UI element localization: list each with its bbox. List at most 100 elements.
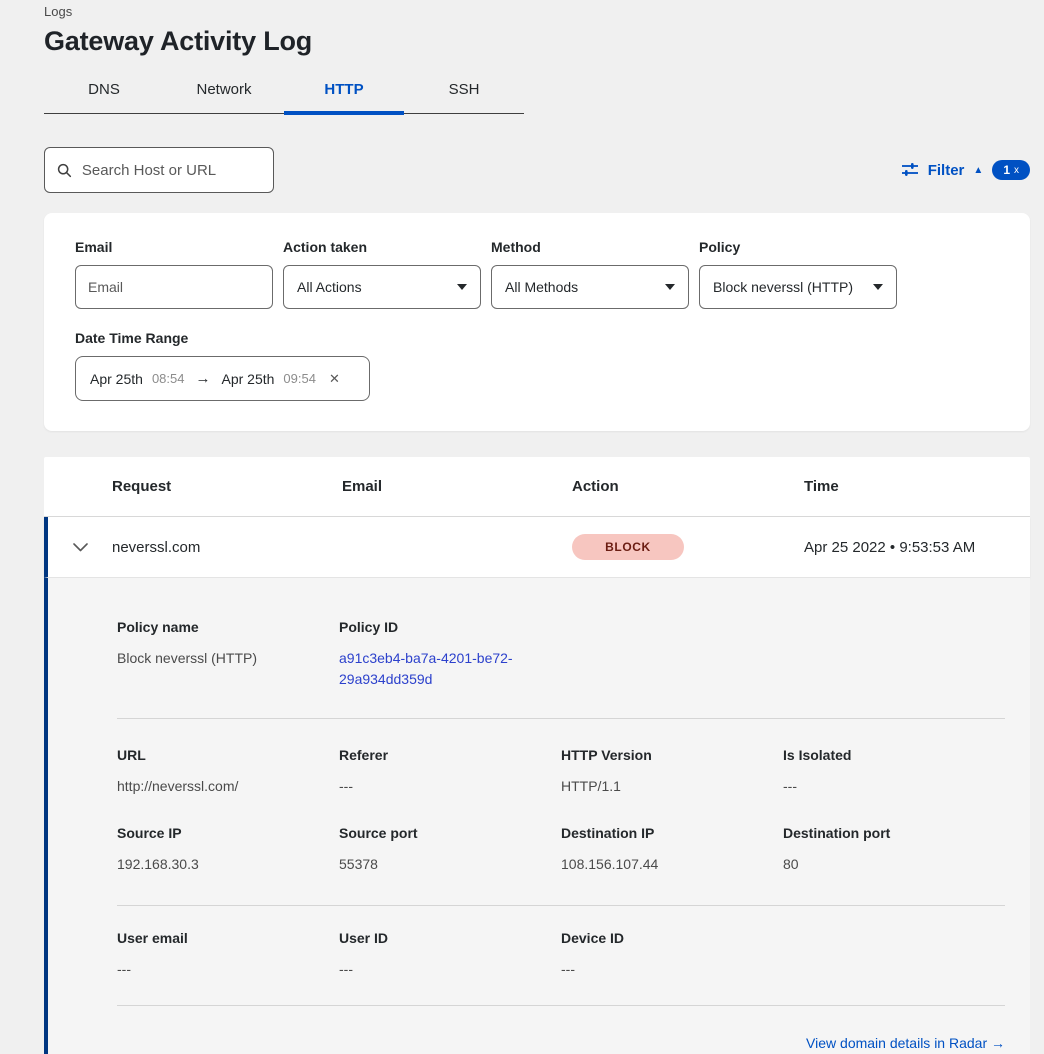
device-id-value: --- — [561, 959, 783, 980]
user-id-value: --- — [339, 959, 561, 980]
column-header-time: Time — [804, 478, 1030, 495]
referer-field: Referer --- — [339, 747, 561, 797]
method-label: Method — [491, 239, 689, 255]
is-isolated-label: Is Isolated — [783, 747, 1005, 763]
action-taken-value: All Actions — [297, 279, 362, 295]
spacer — [117, 719, 1005, 747]
email-filter-label: Email — [75, 239, 273, 255]
column-header-email: Email — [342, 478, 572, 495]
http-version-value: HTTP/1.1 — [561, 776, 783, 797]
end-date: Apr 25th — [221, 371, 274, 387]
destination-port-label: Destination port — [783, 825, 1005, 841]
filter-sliders-icon — [901, 162, 919, 178]
method-select[interactable]: All Methods — [491, 265, 689, 309]
row-request: neverssl.com — [112, 539, 342, 556]
filter-toggle-button[interactable]: Filter — [928, 162, 965, 179]
method-value: All Methods — [505, 279, 578, 295]
method-filter-group: Method All Methods — [491, 239, 689, 309]
spacer — [117, 690, 1005, 718]
row-detail-panel: Policy name Block neverssl (HTTP) Policy… — [44, 578, 1030, 1054]
filter-panel: Email Action taken All Actions Method Al… — [44, 213, 1030, 431]
radar-link-row: View domain details in Radar → — [117, 1006, 1005, 1053]
collapse-caret-icon[interactable]: ▲ — [973, 165, 983, 176]
device-id-field: Device ID --- — [561, 930, 783, 980]
row-time: Apr 25 2022 • 9:53:53 AM — [804, 539, 1030, 556]
http-version-field: HTTP Version HTTP/1.1 — [561, 747, 783, 797]
source-port-label: Source port — [339, 825, 561, 841]
policy-id-link[interactable]: a91c3eb4-ba7a-4201-be72-29a934dd359d — [339, 648, 539, 690]
start-date: Apr 25th — [90, 371, 143, 387]
source-ip-field: Source IP 192.168.30.3 — [117, 825, 339, 875]
tab-http[interactable]: HTTP — [284, 81, 404, 113]
policy-name-value: Block neverssl (HTTP) — [117, 648, 339, 669]
column-header-request: Request — [112, 478, 342, 495]
destination-port-value: 80 — [783, 854, 1005, 875]
source-ip-value: 192.168.30.3 — [117, 854, 339, 875]
block-status-badge: BLOCK — [572, 534, 684, 560]
chevron-down-icon — [665, 284, 675, 290]
user-details-section: User email --- User ID --- Device ID --- — [117, 930, 1005, 980]
http-version-label: HTTP Version — [561, 747, 783, 763]
user-email-label: User email — [117, 930, 339, 946]
policy-id-field: Policy ID a91c3eb4-ba7a-4201-be72-29a934… — [339, 619, 561, 690]
device-id-label: Device ID — [561, 930, 783, 946]
arrow-right-icon: → — [193, 370, 212, 387]
table-row[interactable]: neverssl.com BLOCK Apr 25 2022 • 9:53:53… — [44, 517, 1030, 578]
search-input[interactable] — [82, 162, 261, 179]
source-port-field: Source port 55378 — [339, 825, 561, 875]
url-label: URL — [117, 747, 339, 763]
action-taken-select[interactable]: All Actions — [283, 265, 481, 309]
http-details-section: URL http://neverssl.com/ Referer --- HTT… — [117, 747, 1005, 797]
date-range-label: Date Time Range — [75, 330, 1000, 346]
row-expander[interactable] — [48, 543, 112, 552]
activity-log-table: Request Email Action Time neverssl.com B… — [44, 457, 1030, 1054]
filter-count: 1 — [1003, 163, 1010, 177]
end-time: 09:54 — [283, 371, 316, 386]
destination-ip-field: Destination IP 108.156.107.44 — [561, 825, 783, 875]
network-details-section: Source IP 192.168.30.3 Source port 55378… — [117, 825, 1005, 875]
policy-section: Policy name Block neverssl (HTTP) Policy… — [117, 619, 1005, 690]
source-ip-label: Source IP — [117, 825, 339, 841]
search-filter-row: Filter ▲ 1 x — [44, 147, 1030, 193]
tab-network[interactable]: Network — [164, 81, 284, 113]
filter-controls: Filter ▲ 1 x — [901, 160, 1030, 180]
table-header: Request Email Action Time — [44, 457, 1030, 517]
clear-filters-icon[interactable]: x — [1014, 165, 1019, 176]
start-time: 08:54 — [152, 371, 185, 386]
clear-date-range-icon[interactable]: ✕ — [329, 371, 340, 387]
row-action-cell: BLOCK — [572, 534, 804, 560]
filter-fields-row: Email Action taken All Actions Method Al… — [75, 239, 1000, 309]
date-range-group: Date Time Range Apr 25th 08:54 → Apr 25t… — [75, 330, 1000, 401]
url-value: http://neverssl.com/ — [117, 776, 339, 797]
policy-value: Block neverssl (HTTP) — [713, 279, 853, 295]
referer-label: Referer — [339, 747, 561, 763]
chevron-down-icon — [73, 543, 88, 552]
email-filter-input[interactable] — [75, 265, 273, 309]
policy-select[interactable]: Block neverssl (HTTP) — [699, 265, 897, 309]
policy-name-field: Policy name Block neverssl (HTTP) — [117, 619, 339, 690]
policy-name-label: Policy name — [117, 619, 339, 635]
referer-value: --- — [339, 776, 561, 797]
chevron-down-icon — [457, 284, 467, 290]
destination-ip-value: 108.156.107.44 — [561, 854, 783, 875]
page-title: Gateway Activity Log — [44, 26, 1030, 57]
view-domain-radar-link[interactable]: View domain details in Radar → — [806, 1035, 1005, 1051]
log-type-tabs: DNS Network HTTP SSH — [44, 81, 524, 114]
column-header-action: Action — [572, 478, 804, 495]
tab-ssh[interactable]: SSH — [404, 81, 524, 113]
spacer — [117, 906, 1005, 930]
spacer — [117, 875, 1005, 905]
user-id-field: User ID --- — [339, 930, 561, 980]
policy-id-label: Policy ID — [339, 619, 561, 635]
destination-ip-label: Destination IP — [561, 825, 783, 841]
tab-dns[interactable]: DNS — [44, 81, 164, 113]
search-box[interactable] — [44, 147, 274, 193]
breadcrumb[interactable]: Logs — [44, 4, 1030, 19]
user-email-field: User email --- — [117, 930, 339, 980]
date-range-picker[interactable]: Apr 25th 08:54 → Apr 25th 09:54 ✕ — [75, 356, 370, 401]
chevron-down-icon — [873, 284, 883, 290]
filter-count-badge[interactable]: 1 x — [992, 160, 1030, 180]
user-email-value: --- — [117, 959, 339, 980]
source-port-value: 55378 — [339, 854, 561, 875]
empty-cell — [783, 930, 1005, 980]
